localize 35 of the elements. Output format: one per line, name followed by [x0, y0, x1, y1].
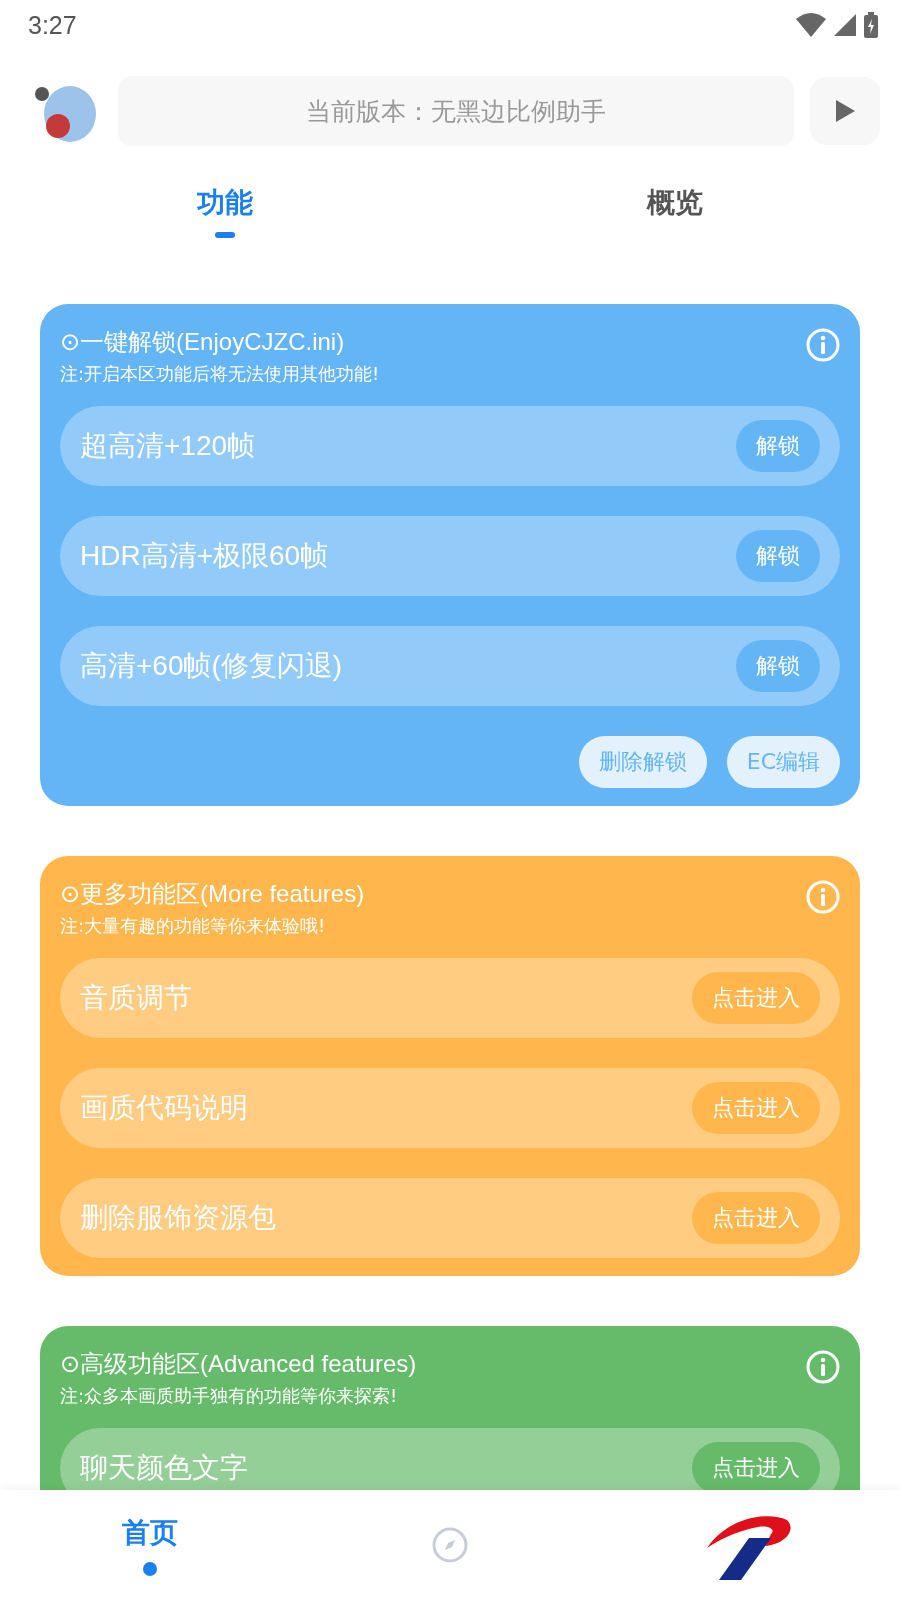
signal-icon	[834, 14, 856, 36]
action-button[interactable]: 解锁	[736, 530, 820, 582]
card-title: ⊙更多功能区(More features)	[60, 879, 365, 909]
action-button[interactable]: 点击进入	[692, 1192, 820, 1244]
card-note: 注:开启本区功能后将无法使用其他功能!	[60, 362, 380, 386]
feature-label: 删除服饰资源包	[80, 1201, 276, 1235]
action-button[interactable]: 点击进入	[692, 1082, 820, 1134]
feature-label: 音质调节	[80, 981, 192, 1015]
info-icon[interactable]	[806, 1350, 840, 1384]
feature-label: 聊天颜色文字	[80, 1451, 248, 1485]
home-tab[interactable]: 首页	[0, 1490, 300, 1600]
tab[interactable]: 功能	[0, 170, 450, 252]
info-icon[interactable]	[806, 328, 840, 362]
card-title: ⊙一键解锁(EnjoyCJZC.ini)	[60, 327, 346, 357]
version-field: 当前版本：无黑边比例助手	[118, 76, 794, 146]
status-time: 3:27	[28, 10, 77, 40]
tab[interactable]: 概览	[450, 170, 900, 252]
wifi-icon	[796, 13, 826, 37]
feature-label: HDR高清+极限60帧	[80, 539, 329, 573]
footer-button[interactable]: 删除解锁	[578, 736, 707, 788]
compass-icon	[431, 1526, 469, 1564]
battery-icon	[864, 12, 878, 38]
play-button[interactable]	[810, 77, 880, 145]
card-note: 注:大量有趣的功能等你来体验哦!	[60, 914, 327, 938]
action-button[interactable]: 解锁	[736, 640, 820, 692]
feature-label: 高清+60帧(修复闪退)	[80, 649, 343, 683]
card-note: 注:众多本画质助手独有的功能等你来探索!	[60, 1384, 399, 1408]
action-button[interactable]: 解锁	[736, 420, 820, 472]
footer-button[interactable]: EC编辑	[726, 736, 840, 788]
card-title: ⊙高级功能区(Advanced features)	[60, 1349, 417, 1379]
action-button[interactable]: 点击进入	[692, 972, 820, 1024]
info-icon[interactable]	[806, 880, 840, 914]
feature-label: 画质代码说明	[80, 1091, 248, 1125]
play-icon	[834, 99, 856, 123]
feature-label: 超高清+120帧	[80, 429, 256, 463]
